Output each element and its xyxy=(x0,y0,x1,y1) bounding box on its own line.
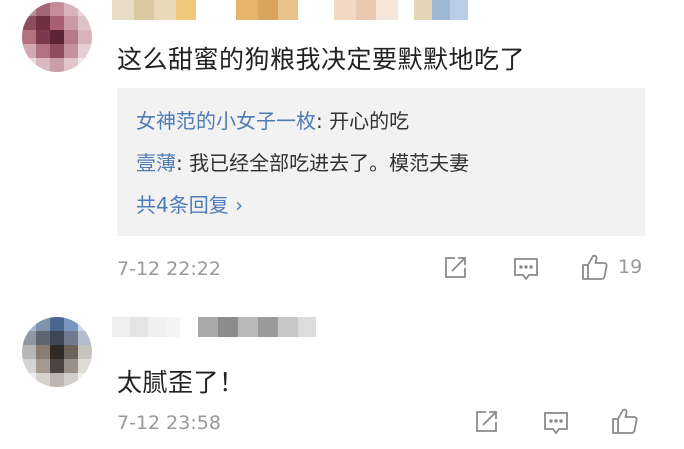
comment-item: 这么甜蜜的狗粮我决定要默默地吃了 女神范的小女子一枚: 开心的吃 壹薄: 我已经… xyxy=(0,0,684,300)
comment-item: 太腻歪了！ 7-12 23:58 xyxy=(0,300,684,449)
like-count: 19 xyxy=(618,256,643,278)
thumbs-up-icon xyxy=(612,408,638,434)
reply-separator: : xyxy=(316,109,323,133)
reply-content: 我已经全部吃进去了。模范夫妻 xyxy=(182,151,470,175)
reply-separator: : xyxy=(176,151,183,175)
comment-text: 这么甜蜜的狗粮我决定要默默地吃了 xyxy=(117,45,526,74)
comment-icon xyxy=(514,258,538,281)
avatar[interactable] xyxy=(22,317,92,387)
reply-item: 壹薄: 我已经全部吃进去了。模范夫妻 xyxy=(136,147,469,176)
share-icon xyxy=(445,257,466,278)
comment-text: 太腻歪了！ xyxy=(117,368,245,397)
thumbs-up-icon xyxy=(582,254,608,280)
reply-button[interactable] xyxy=(512,255,540,283)
reply-item: 女神范的小女子一枚: 开心的吃 xyxy=(136,105,409,134)
reply-author[interactable]: 壹薄 xyxy=(136,151,176,175)
reply-author[interactable]: 女神范的小女子一枚 xyxy=(136,109,316,133)
like-button[interactable]: 19 xyxy=(580,252,642,282)
share-button[interactable] xyxy=(441,254,469,282)
like-button[interactable] xyxy=(610,406,640,436)
comment-timestamp: 7-12 22:22 xyxy=(117,258,221,280)
avatar[interactable] xyxy=(22,2,92,72)
username-censored[interactable] xyxy=(112,317,316,337)
reply-button[interactable] xyxy=(542,409,570,437)
share-icon xyxy=(476,411,497,432)
username-censored[interactable] xyxy=(112,0,468,20)
comment-icon xyxy=(544,412,568,435)
reply-content: 开心的吃 xyxy=(322,109,410,133)
comment-timestamp: 7-12 23:58 xyxy=(117,412,221,434)
reply-preview-box[interactable]: 女神范的小女子一枚: 开心的吃 壹薄: 我已经全部吃进去了。模范夫妻 共4条回复… xyxy=(117,88,645,236)
more-replies-link[interactable]: 共4条回复 › xyxy=(136,189,243,218)
share-button[interactable] xyxy=(472,408,500,436)
